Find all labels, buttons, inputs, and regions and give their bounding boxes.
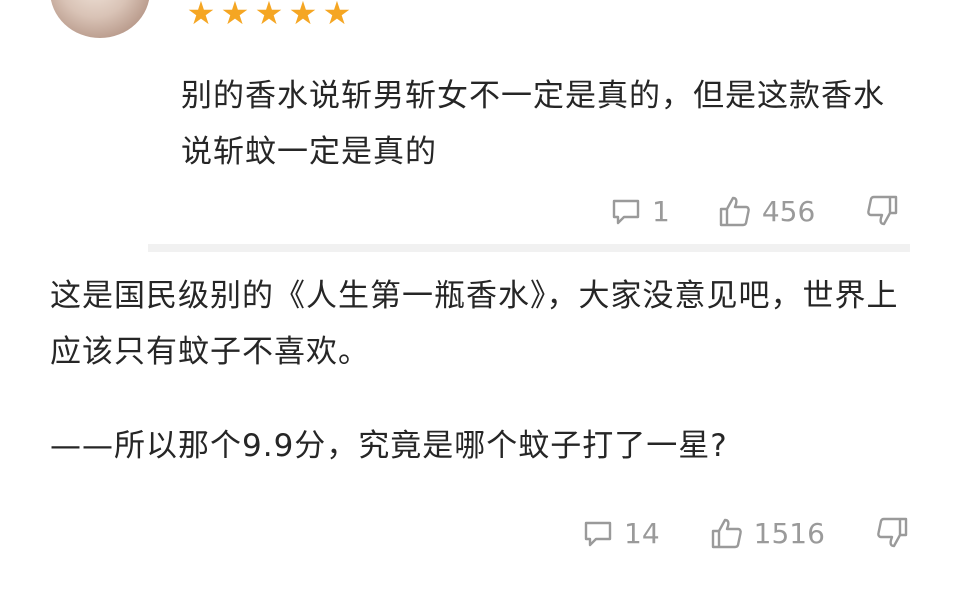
- like-button[interactable]: 1516: [710, 516, 825, 550]
- dislike-button[interactable]: [865, 194, 899, 228]
- comment-icon: [612, 199, 640, 225]
- post-actions: 14 1516: [582, 516, 909, 550]
- review-actions: 1 456: [610, 194, 899, 228]
- thumbs-up-icon: [719, 196, 750, 227]
- thumbs-up-icon: [711, 518, 742, 549]
- thumbs-down-icon: [867, 195, 898, 226]
- review-text: 别的香水说斩男斩女不一定是真的，但是这款香水说斩蚊一定是真的: [181, 78, 885, 170]
- comment-count: 1: [652, 194, 670, 228]
- divider: [148, 244, 910, 252]
- star-icon: ★: [186, 0, 216, 32]
- reviewer-avatar[interactable]: [50, 0, 150, 38]
- like-count: 1516: [753, 516, 825, 550]
- dislike-button[interactable]: [875, 516, 909, 550]
- like-count: 456: [761, 194, 816, 228]
- like-button[interactable]: 456: [718, 194, 815, 228]
- thumbs-down-icon: [877, 517, 908, 548]
- star-rating: ★ ★ ★ ★ ★: [186, 0, 352, 32]
- comment-button[interactable]: 14: [582, 517, 660, 550]
- star-icon: ★: [254, 0, 284, 32]
- comment-icon: [584, 521, 612, 547]
- comment-count: 14: [624, 516, 660, 550]
- star-icon: ★: [322, 0, 352, 32]
- star-icon: ★: [288, 0, 318, 32]
- post-followup: ——所以那个9.9分，究竟是哪个蚊子打了一星?: [50, 428, 728, 464]
- post-text: 这是国民级别的《人生第一瓶香水》，大家没意见吧，世界上应该只有蚊子不喜欢。: [50, 278, 899, 370]
- star-icon: ★: [220, 0, 250, 32]
- comment-button[interactable]: 1: [610, 195, 670, 228]
